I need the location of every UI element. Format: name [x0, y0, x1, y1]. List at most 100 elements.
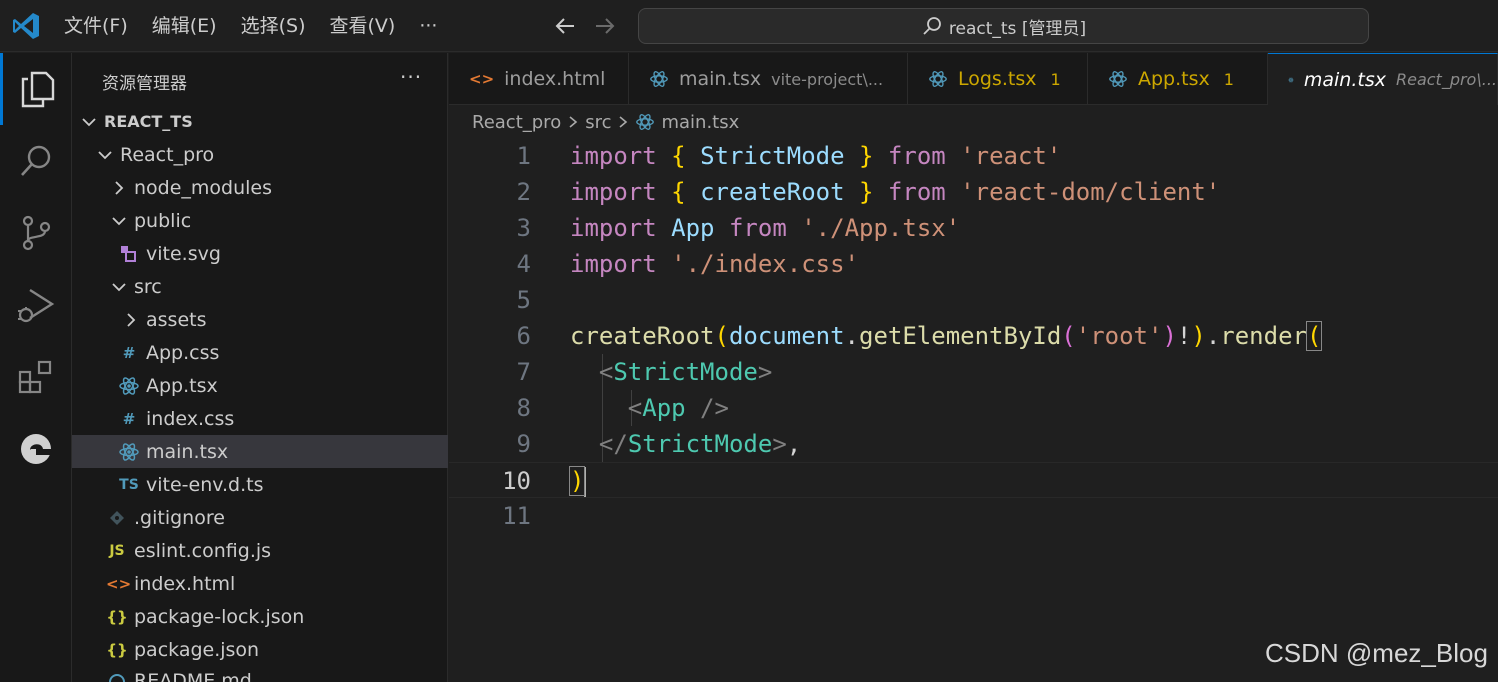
line-number: 2 — [516, 178, 531, 206]
code-line: 8 <App /> — [449, 390, 1498, 426]
code-editor[interactable]: 1 import { StrictMode } from 'react' 2 i… — [449, 138, 1498, 534]
search-text: react_ts [管理员] — [948, 18, 1087, 39]
line-text: </StrictMode>, — [598, 430, 802, 458]
menu-more[interactable]: ··· — [407, 8, 449, 44]
run-debug-icon — [18, 288, 55, 323]
menu-file[interactable]: 文件(F) — [52, 8, 140, 44]
chevron-down-icon — [112, 216, 126, 225]
line-text: createRoot(document.getElementById('root… — [570, 321, 1323, 351]
json-file-icon: {} — [106, 607, 128, 626]
breadcrumb-item[interactable]: main.tsx — [661, 112, 739, 133]
code-line: 2 import { createRoot } from 'react-dom/… — [449, 174, 1498, 210]
back-arrow-icon[interactable] — [552, 12, 578, 40]
tree-item-label: App.css — [146, 341, 220, 364]
menu-view[interactable]: 查看(V) — [318, 8, 408, 44]
tab-description: vite-project\... — [771, 69, 884, 89]
svg-file-icon — [121, 245, 136, 262]
watermark: CSDN @mez_Blog — [1265, 638, 1488, 668]
chevron-right-icon — [127, 312, 136, 327]
tab-main-tsx-vite[interactable]: main.tsx vite-project\... — [629, 53, 908, 105]
edge-browser-icon — [21, 434, 52, 464]
react-file-icon — [650, 71, 668, 87]
tree-item-label: vite.svg — [146, 242, 221, 265]
tree-item-label: index.css — [146, 407, 235, 430]
explorer-activity[interactable] — [0, 53, 72, 125]
line-text: import { createRoot } from 'react-dom/cl… — [570, 178, 1221, 206]
tree-item-label: App.tsx — [146, 374, 218, 397]
forward-arrow-icon[interactable] — [592, 12, 618, 40]
line-number: 1 — [516, 142, 531, 170]
tree-item-readme[interactable]: README.md — [72, 666, 448, 682]
tree-item-vite-env[interactable]: TS vite-env.d.ts — [72, 468, 448, 501]
source-control-activity[interactable] — [0, 197, 72, 269]
tree-item-index-html[interactable]: <> index.html — [72, 567, 448, 600]
line-text: ) — [568, 466, 587, 497]
react-file-icon — [1288, 77, 1294, 82]
info-file-icon — [109, 674, 125, 682]
chevron-right-icon — [619, 116, 628, 128]
edge-activity[interactable] — [0, 413, 72, 485]
tree-item-assets[interactable]: assets — [72, 303, 448, 336]
chevron-right-icon — [115, 180, 124, 195]
git-file-icon — [110, 510, 124, 525]
tree-item-react-pro[interactable]: React_pro — [72, 138, 448, 171]
tab-label: Logs.tsx — [958, 68, 1037, 90]
tree-item-label: public — [134, 209, 192, 232]
breadcrumb-item[interactable]: React_pro — [472, 112, 561, 133]
title-bar: 文件(F) 编辑(E) 选择(S) 查看(V) ··· react_ts [管理… — [0, 0, 1498, 52]
code-line: 7 <StrictMode> — [449, 354, 1498, 390]
tree-item-label: index.html — [134, 572, 236, 595]
tab-description: React_pro\... — [1395, 70, 1497, 89]
tree-item-label: node_modules — [134, 176, 273, 199]
code-line: 3 import App from './App.tsx' — [449, 210, 1498, 246]
explorer-sidebar: 资源管理器 ··· REACT_TS React_pro node_module… — [72, 53, 448, 682]
tree-item-node-modules[interactable]: node_modules — [72, 171, 448, 204]
tab-app-tsx[interactable]: App.tsx 1 — [1088, 53, 1268, 105]
search-icon — [923, 17, 941, 35]
menu-edit[interactable]: 编辑(E) — [140, 8, 229, 44]
tree-item-public[interactable]: public — [72, 204, 448, 237]
tab-logs-tsx[interactable]: Logs.tsx 1 — [908, 53, 1088, 105]
tree-item-main-tsx[interactable]: main.tsx — [72, 435, 448, 468]
tab-label: index.html — [504, 68, 606, 90]
tree-item-label: README.md — [134, 670, 252, 682]
tree-item-package-lock[interactable]: {} package-lock.json — [72, 600, 448, 633]
tab-main-tsx-active[interactable]: main.tsx React_pro\... — [1268, 53, 1498, 105]
tree-item-index-css[interactable]: # index.css — [72, 402, 448, 435]
tree-item-label: eslint.config.js — [134, 539, 272, 562]
source-control-icon — [22, 215, 51, 251]
menu-bar: 文件(F) 编辑(E) 选择(S) 查看(V) ··· — [52, 0, 449, 52]
breadcrumb: React_pro src main.tsx — [472, 108, 739, 136]
line-number: 8 — [516, 394, 531, 422]
tree-item-app-css[interactable]: # App.css — [72, 336, 448, 369]
tree-root-react-ts[interactable]: REACT_TS — [72, 105, 448, 138]
extensions-activity[interactable] — [0, 341, 72, 413]
chevron-right-icon — [569, 116, 578, 128]
js-file-icon: JS — [109, 542, 125, 559]
tree-item-label: .gitignore — [134, 506, 225, 529]
tree-item-eslint-config[interactable]: JS eslint.config.js — [72, 534, 448, 567]
code-line-current: 10 ) — [449, 462, 1498, 498]
line-text: import './index.css' — [570, 250, 859, 278]
tree-item-package-json[interactable]: {} package.json — [72, 633, 448, 666]
tree-item-vite-svg[interactable]: vite.svg — [72, 237, 448, 270]
sidebar-more-button[interactable]: ··· — [400, 65, 422, 89]
menu-selection[interactable]: 选择(S) — [229, 8, 318, 44]
tree-item-gitignore[interactable]: .gitignore — [72, 501, 448, 534]
vscode-logo-icon[interactable] — [10, 10, 42, 42]
tree-item-label: vite-env.d.ts — [146, 473, 264, 496]
tab-index-html[interactable]: <> index.html — [449, 53, 629, 105]
tree-item-label: main.tsx — [146, 440, 229, 463]
breadcrumb-item[interactable]: src — [585, 112, 611, 133]
html-file-icon: <> — [106, 574, 132, 593]
tab-label: main.tsx — [1303, 68, 1386, 91]
tree-item-app-tsx[interactable]: App.tsx — [72, 369, 448, 402]
extensions-icon — [18, 360, 52, 394]
tree-item-src[interactable]: src — [72, 270, 448, 303]
search-icon — [21, 145, 51, 176]
run-debug-activity[interactable] — [0, 269, 72, 341]
search-activity[interactable] — [0, 125, 72, 197]
command-center-search[interactable]: react_ts [管理员] — [638, 8, 1369, 44]
line-number: 6 — [516, 322, 531, 350]
tree-item-label: package-lock.json — [134, 605, 305, 628]
